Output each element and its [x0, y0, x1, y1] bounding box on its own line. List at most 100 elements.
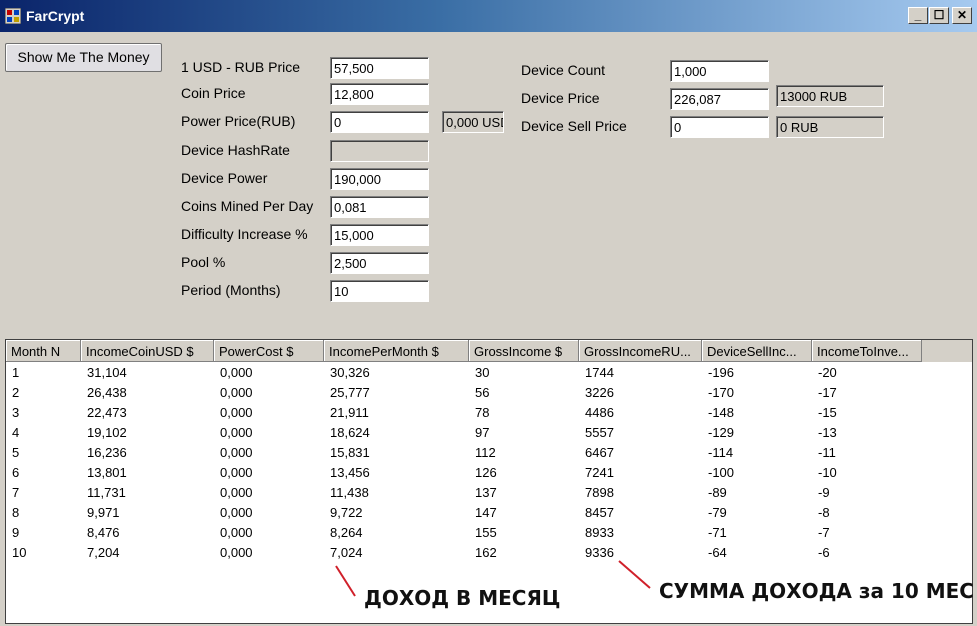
- grid-cell[interactable]: -79: [708, 505, 727, 520]
- grid-cell[interactable]: 7,204: [87, 545, 120, 560]
- grid-cell[interactable]: 5: [12, 445, 19, 460]
- grid-cell[interactable]: 155: [475, 525, 497, 540]
- power-price-input[interactable]: 0: [330, 111, 429, 133]
- grid-cell[interactable]: -170: [708, 385, 734, 400]
- grid-column-header[interactable]: Month N: [6, 340, 81, 362]
- grid-cell[interactable]: -13: [818, 425, 837, 440]
- grid-column-header[interactable]: IncomeCoinUSD $: [81, 340, 214, 362]
- device-sell-input[interactable]: 0: [670, 116, 769, 138]
- show-me-the-money-button[interactable]: Show Me The Money: [5, 43, 162, 72]
- grid-cell[interactable]: 97: [475, 425, 489, 440]
- grid-cell[interactable]: 1: [12, 365, 19, 380]
- grid-row[interactable]: 3 22,473 0,000 21,911 78 4486 -148 -15: [6, 403, 972, 423]
- close-button[interactable]: ✕: [952, 7, 972, 24]
- grid-cell[interactable]: -129: [708, 425, 734, 440]
- grid-cell[interactable]: -10: [818, 465, 837, 480]
- grid-cell[interactable]: 9,971: [87, 505, 120, 520]
- grid-cell[interactable]: 0,000: [220, 445, 253, 460]
- grid-cell[interactable]: -17: [818, 385, 837, 400]
- grid-cell[interactable]: 30,326: [330, 365, 370, 380]
- grid-column-header[interactable]: IncomePerMonth $: [324, 340, 469, 362]
- usd-rub-input[interactable]: 57,500: [330, 57, 429, 79]
- grid-row[interactable]: 8 9,971 0,000 9,722 147 8457 -79 -8: [6, 503, 972, 523]
- period-input[interactable]: 10: [330, 280, 429, 302]
- grid-cell[interactable]: -7: [818, 525, 830, 540]
- grid-cell[interactable]: 126: [475, 465, 497, 480]
- grid-cell[interactable]: -100: [708, 465, 734, 480]
- grid-cell[interactable]: 16,236: [87, 445, 127, 460]
- grid-cell[interactable]: 0,000: [220, 365, 253, 380]
- grid-cell[interactable]: 162: [475, 545, 497, 560]
- coins-mined-input[interactable]: 0,081: [330, 196, 429, 218]
- grid-cell[interactable]: 18,624: [330, 425, 370, 440]
- grid-cell[interactable]: 4: [12, 425, 19, 440]
- grid-cell[interactable]: 0,000: [220, 505, 253, 520]
- device-power-input[interactable]: 190,000: [330, 168, 429, 190]
- grid-cell[interactable]: -148: [708, 405, 734, 420]
- grid-cell[interactable]: 8,264: [330, 525, 363, 540]
- grid-cell[interactable]: 8: [12, 505, 19, 520]
- grid-cell[interactable]: 31,104: [87, 365, 127, 380]
- grid-cell[interactable]: 56: [475, 385, 489, 400]
- grid-cell[interactable]: -114: [708, 445, 733, 460]
- grid-cell[interactable]: 9336: [585, 545, 614, 560]
- grid-cell[interactable]: -11: [818, 445, 836, 460]
- grid-cell[interactable]: 21,911: [330, 405, 369, 420]
- hashrate-input[interactable]: [330, 140, 429, 162]
- title-bar[interactable]: FarCrypt _ ☐ ✕: [0, 0, 977, 32]
- grid-cell[interactable]: 9: [12, 525, 19, 540]
- device-count-input[interactable]: 1,000: [670, 60, 769, 82]
- grid-cell[interactable]: 7: [12, 485, 19, 500]
- grid-cell[interactable]: 147: [475, 505, 497, 520]
- grid-cell[interactable]: 0,000: [220, 385, 253, 400]
- grid-cell[interactable]: 1744: [585, 365, 614, 380]
- grid-cell[interactable]: 26,438: [87, 385, 127, 400]
- grid-cell[interactable]: 11,731: [87, 485, 126, 500]
- grid-cell[interactable]: 6: [12, 465, 19, 480]
- grid-cell[interactable]: -64: [708, 545, 727, 560]
- grid-row[interactable]: 2 26,438 0,000 25,777 56 3226 -170 -17: [6, 383, 972, 403]
- grid-cell[interactable]: 8,476: [87, 525, 120, 540]
- grid-column-header[interactable]: DeviceSellInc...: [702, 340, 812, 362]
- grid-cell[interactable]: 10: [12, 545, 26, 560]
- grid-cell[interactable]: 137: [475, 485, 497, 500]
- grid-column-header[interactable]: GrossIncomeRU...: [579, 340, 702, 362]
- grid-column-header[interactable]: PowerCost $: [214, 340, 324, 362]
- grid-cell[interactable]: -8: [818, 505, 830, 520]
- grid-cell[interactable]: 6467: [585, 445, 614, 460]
- grid-row[interactable]: 6 13,801 0,000 13,456 126 7241 -100 -10: [6, 463, 972, 483]
- grid-cell[interactable]: 15,831: [330, 445, 370, 460]
- grid-cell[interactable]: 3: [12, 405, 19, 420]
- coin-price-input[interactable]: 12,800: [330, 83, 429, 105]
- difficulty-input[interactable]: 15,000: [330, 224, 429, 246]
- grid-row[interactable]: 7 11,731 0,000 11,438 137 7898 -89 -9: [6, 483, 972, 503]
- pool-input[interactable]: 2,500: [330, 252, 429, 274]
- grid-cell[interactable]: 19,102: [87, 425, 127, 440]
- grid-cell[interactable]: 0,000: [220, 405, 253, 420]
- grid-cell[interactable]: 2: [12, 385, 19, 400]
- grid-row[interactable]: 5 16,236 0,000 15,831 112 6467 -114 -11: [6, 443, 972, 463]
- grid-row[interactable]: 9 8,476 0,000 8,264 155 8933 -71 -7: [6, 523, 972, 543]
- grid-cell[interactable]: 8933: [585, 525, 614, 540]
- grid-cell[interactable]: 112: [475, 445, 496, 460]
- grid-cell[interactable]: -20: [818, 365, 837, 380]
- grid-column-header[interactable]: IncomeToInve...: [812, 340, 922, 362]
- grid-cell[interactable]: 13,456: [330, 465, 370, 480]
- grid-row[interactable]: 10 7,204 0,000 7,024 162 9336 -64 -6: [6, 543, 972, 563]
- grid-cell[interactable]: 25,777: [330, 385, 370, 400]
- grid-cell[interactable]: 0,000: [220, 425, 253, 440]
- minimize-button[interactable]: _: [908, 7, 928, 24]
- grid-cell[interactable]: 8457: [585, 505, 614, 520]
- grid-cell[interactable]: -89: [708, 485, 727, 500]
- grid-cell[interactable]: 0,000: [220, 545, 253, 560]
- grid-cell[interactable]: 0,000: [220, 465, 253, 480]
- grid-cell[interactable]: 0,000: [220, 525, 253, 540]
- grid-cell[interactable]: 7,024: [330, 545, 363, 560]
- grid-cell[interactable]: 4486: [585, 405, 614, 420]
- grid-row[interactable]: 1 31,104 0,000 30,326 30 1744 -196 -20: [6, 363, 972, 383]
- grid-cell[interactable]: 30: [475, 365, 489, 380]
- grid-cell[interactable]: 3226: [585, 385, 614, 400]
- grid-cell[interactable]: 7241: [585, 465, 614, 480]
- grid-cell[interactable]: 9,722: [330, 505, 363, 520]
- grid-cell[interactable]: -15: [818, 405, 837, 420]
